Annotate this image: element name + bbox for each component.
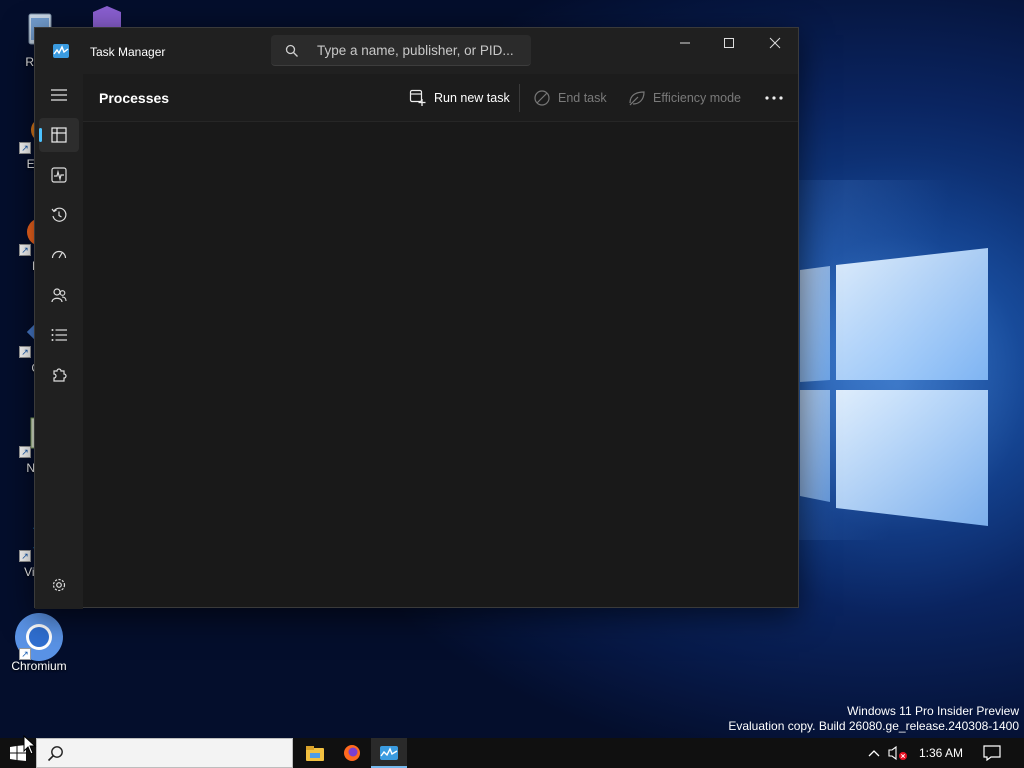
- command-bar: Processes Run new task End task Efficien…: [83, 74, 798, 122]
- page-title: Processes: [99, 90, 170, 106]
- nav-item-services[interactable]: [39, 358, 79, 392]
- navigation-sidebar: [35, 74, 83, 609]
- evaluation-watermark: Windows 11 Pro Insider Preview Evaluatio…: [728, 704, 1019, 734]
- task-manager-window: Task Manager Type a name, publisher, or …: [34, 27, 799, 609]
- users-icon: [51, 288, 67, 303]
- window-title: Task Manager: [90, 45, 166, 59]
- leaf-icon: [629, 91, 645, 106]
- more-options-button[interactable]: [760, 83, 788, 113]
- shortcut-arrow-icon: ↗: [19, 346, 31, 358]
- shortcut-arrow-icon: ↗: [19, 550, 31, 562]
- chevron-up-icon: [868, 750, 880, 757]
- more-options-icon: [765, 96, 783, 100]
- end-task-label: End task: [558, 91, 607, 105]
- nav-menu-toggle[interactable]: [39, 78, 79, 112]
- processes-list-area: [83, 122, 798, 607]
- nav-item-processes[interactable]: [39, 118, 79, 152]
- main-content: Processes Run new task End task Efficien…: [83, 74, 798, 607]
- firefox-icon: [344, 745, 360, 761]
- nav-item-startup-apps[interactable]: [39, 238, 79, 272]
- notification-icon: [983, 745, 1001, 761]
- shortcut-arrow-icon: ↗: [19, 446, 31, 458]
- run-new-task-button[interactable]: Run new task: [409, 83, 510, 113]
- nav-item-performance[interactable]: [39, 158, 79, 192]
- close-icon: [769, 37, 781, 49]
- taskbar: 1:36 AM: [0, 738, 1024, 768]
- volume-button[interactable]: [886, 738, 910, 768]
- performance-icon: [51, 167, 67, 183]
- minimize-icon: [680, 42, 690, 44]
- clock-time: 1:36 AM: [918, 746, 964, 760]
- search-box[interactable]: [271, 35, 531, 66]
- hamburger-icon: [51, 89, 67, 101]
- search-icon: [285, 44, 298, 57]
- taskbar-app-firefox[interactable]: [334, 738, 370, 768]
- file-explorer-icon: [306, 745, 324, 761]
- show-hidden-icons-button[interactable]: [864, 738, 884, 768]
- chromium-icon: ↗: [15, 612, 63, 661]
- processes-icon: [51, 127, 67, 143]
- end-task-icon: [534, 90, 550, 106]
- run-new-task-label: Run new task: [434, 91, 510, 105]
- run-task-icon: [409, 89, 426, 106]
- gear-icon: [52, 578, 66, 592]
- notifications-button[interactable]: [978, 738, 1006, 768]
- taskbar-search-box[interactable]: [36, 738, 293, 768]
- shortcut-arrow-icon: ↗: [19, 142, 31, 154]
- watermark-line1: Windows 11 Pro Insider Preview: [847, 704, 1019, 718]
- mouse-cursor-icon: [23, 735, 37, 755]
- list-icon: [51, 329, 67, 341]
- speedometer-icon: [51, 250, 67, 259]
- nav-item-app-history[interactable]: [39, 198, 79, 232]
- nav-item-users[interactable]: [39, 278, 79, 312]
- nav-item-details[interactable]: [39, 318, 79, 352]
- watermark-line2: Evaluation copy. Build 26080.ge_release.…: [728, 719, 1019, 733]
- shortcut-arrow-icon: ↗: [19, 244, 31, 256]
- efficiency-mode-button[interactable]: Efficiency mode: [628, 83, 741, 113]
- maximize-icon: [724, 38, 734, 48]
- taskbar-app-file-explorer[interactable]: [297, 738, 333, 768]
- title-bar[interactable]: Task Manager: [35, 28, 798, 74]
- puzzle-icon: [53, 368, 67, 382]
- history-icon: [51, 207, 67, 222]
- task-manager-icon: [380, 746, 398, 760]
- taskbar-app-task-manager[interactable]: [371, 738, 407, 768]
- toolbar-divider: [519, 84, 520, 112]
- efficiency-mode-label: Efficiency mode: [653, 91, 742, 105]
- end-task-button[interactable]: End task: [533, 83, 607, 113]
- nav-item-settings[interactable]: [39, 568, 79, 602]
- maximize-button[interactable]: [706, 28, 752, 58]
- search-input[interactable]: [317, 35, 522, 65]
- shortcut-arrow-icon: ↗: [19, 648, 31, 660]
- desktop-icon-chromium[interactable]: ↗ Chromium: [4, 612, 74, 673]
- clock[interactable]: 1:36 AM: [912, 738, 970, 768]
- search-icon: [47, 746, 63, 762]
- volume-muted-icon: [888, 745, 907, 761]
- minimize-button[interactable]: [662, 28, 708, 58]
- close-button[interactable]: [752, 28, 798, 58]
- task-manager-icon: [53, 44, 69, 58]
